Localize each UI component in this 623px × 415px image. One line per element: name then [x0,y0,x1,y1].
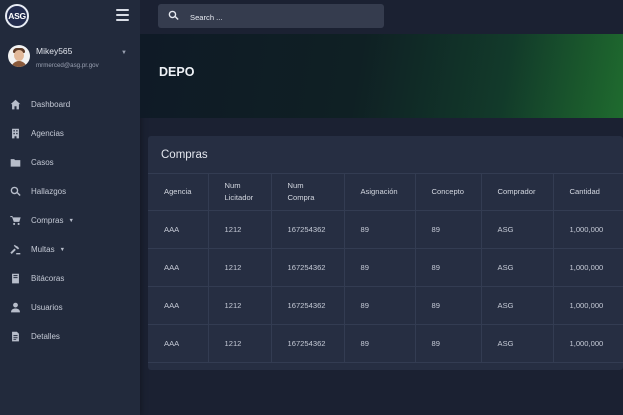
table-cell: 89 [344,324,416,363]
table-cell: 167254362 [271,286,345,325]
table-row[interactable]: AAA 1212 167254362 89 89 ASG 1,000,000 [148,324,623,363]
sidebar-header: ASG [0,0,140,34]
app-logo-text: ASG [8,11,26,21]
table-cell: AAA [148,324,209,363]
app-logo[interactable]: ASG [5,4,29,28]
user-email: mrmerced@asg.pr.gov [36,62,99,69]
column-header[interactable]: Num Licitador [208,173,272,211]
search-input[interactable] [188,8,372,26]
page-banner: DEPO [140,34,623,118]
sidebar-item-dashboard[interactable]: Dashboard [0,90,140,119]
table-row[interactable]: AAA 1212 167254362 89 89 ASG 1,000,000 [148,210,623,249]
sidebar-item-label: Compras [31,216,64,225]
table-cell: 89 [415,210,482,249]
table-cell: 1,000,000 [553,210,623,249]
sidebar-item-label: Agencias [31,129,64,138]
table-cell: AAA [148,286,209,325]
chevron-down-icon[interactable]: ▼ [121,50,127,56]
caret-down-icon: ▼ [59,246,66,253]
table-cell: 89 [415,286,482,325]
user-name: Mikey565 [36,46,73,56]
page-title: DEPO [159,65,195,79]
column-header[interactable]: Comprador [481,173,554,211]
table-cell: ASG [481,324,554,363]
column-header[interactable]: Num Compra [271,173,345,211]
sidebar-item-agencias[interactable]: Agencias [0,119,140,148]
cart-icon [9,215,21,227]
column-header[interactable]: Asignación [344,173,416,211]
column-header[interactable]: Agencia [148,173,209,211]
compras-table: Agencia Num Licitador Num Compra Asignac… [148,173,623,363]
sidebar-item-usuarios[interactable]: Usuarios [0,293,140,322]
sidebar-item-label: Multas [31,245,55,254]
table-cell: ASG [481,248,554,287]
sidebar-item-casos[interactable]: Casos [0,148,140,177]
table-cell: 89 [344,210,416,249]
avatar [8,45,30,67]
top-bar [140,0,623,34]
search-box[interactable] [158,4,384,28]
caret-down-icon: ▼ [68,217,74,224]
sidebar-item-detalles[interactable]: Detalles [0,322,140,351]
sidebar-nav: Dashboard Agencias Casos Hallazgos Compr… [0,90,140,351]
sidebar-item-label: Hallazgos [31,187,67,196]
sidebar-item-label: Dashboard [31,100,71,109]
sidebar-item-label: Detalles [31,332,60,341]
card-title: Compras [161,149,208,161]
table-cell: 89 [344,248,416,287]
table-cell: 89 [344,286,416,325]
home-icon [9,99,21,111]
table-cell: 167254362 [271,248,345,287]
building-icon [9,128,21,140]
column-header[interactable]: Concepto [415,173,482,211]
sidebar-item-label: Casos [31,158,54,167]
table-cell: 89 [415,324,482,363]
table-cell: 167254362 [271,324,345,363]
table-cell: AAA [148,248,209,287]
table-cell: AAA [148,210,209,249]
table-cell: 1,000,000 [553,324,623,363]
column-header[interactable]: Cantidad [553,173,623,211]
table-cell: 1212 [208,248,272,287]
book-icon [9,273,21,285]
table-cell: 1212 [208,210,272,249]
folder-icon [9,157,21,169]
sidebar-item-label: Usuarios [31,303,63,312]
document-icon [9,331,21,343]
table-cell: 1212 [208,324,272,363]
sidebar-item-multas[interactable]: Multas ▼ [0,235,140,264]
sidebar-item-compras[interactable]: Compras ▼ [0,206,140,235]
search-icon [9,186,21,198]
menu-toggle-icon[interactable] [116,9,129,21]
table-cell: ASG [481,210,554,249]
sidebar-item-hallazgos[interactable]: Hallazgos [0,177,140,206]
compras-card: Compras Agencia Num Licitador Num Compra… [148,136,623,370]
sidebar-item-bitacoras[interactable]: Bitácoras [0,264,140,293]
gavel-icon [9,244,21,256]
user-profile[interactable]: Mikey565 mrmerced@asg.pr.gov ▼ [0,40,140,80]
table-cell: 167254362 [271,210,345,249]
table-row[interactable]: AAA 1212 167254362 89 89 ASG 1,000,000 [148,286,623,325]
table-header-row: Agencia Num Licitador Num Compra Asignac… [148,173,623,211]
table-cell: 1,000,000 [553,248,623,287]
user-icon [9,302,21,314]
table-cell: 89 [415,248,482,287]
table-cell: 1,000,000 [553,286,623,325]
table-row[interactable]: AAA 1212 167254362 89 89 ASG 1,000,000 [148,248,623,287]
sidebar-item-label: Bitácoras [31,274,65,283]
table-cell: 1212 [208,286,272,325]
table-cell: ASG [481,286,554,325]
sidebar: ASG Mikey565 mrmerced@asg.pr.gov ▼ Dashb… [0,0,140,415]
search-icon [168,10,179,20]
